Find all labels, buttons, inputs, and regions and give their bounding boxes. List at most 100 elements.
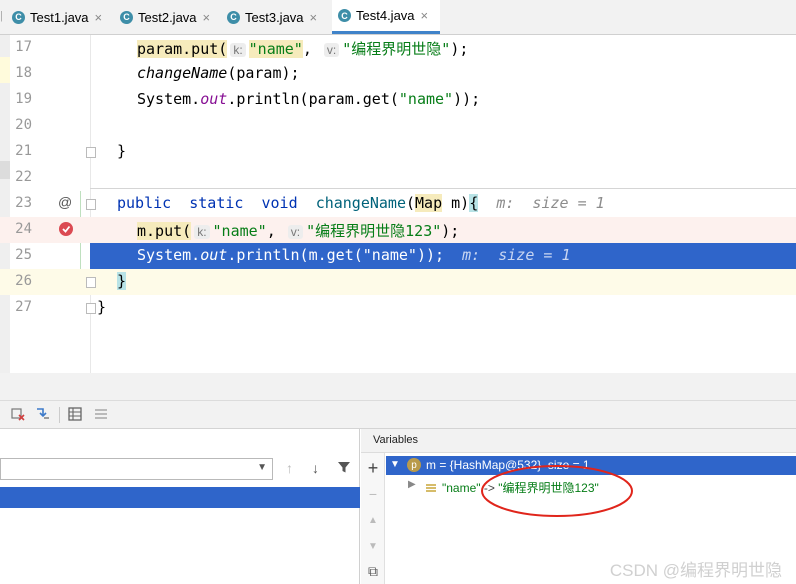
tab-label: Test3.java — [245, 9, 304, 25]
line-number: 25 — [15, 247, 32, 263]
line-number: 27 — [15, 299, 32, 315]
code-token: System. — [137, 246, 201, 264]
settings-list-icon[interactable] — [92, 405, 110, 423]
code-text: System.out.println(param.get("name")); — [137, 90, 480, 108]
debugger-toolbar — [0, 401, 796, 429]
code-token: , — [266, 222, 285, 240]
add-watch-icon[interactable]: + — [364, 458, 382, 478]
method-separator — [90, 188, 796, 189]
expand-down-icon[interactable]: ▼ — [390, 459, 400, 470]
code-token: m) — [442, 194, 470, 212]
code-token: .println(m.get("name")); — [227, 246, 445, 264]
inline-debug-value: m: size = 1 — [462, 246, 571, 264]
tab-test1[interactable]: C Test1.java × — [12, 0, 117, 34]
variables-title: Variables — [373, 434, 419, 446]
string-literal: "编程界明世隐" — [342, 40, 451, 58]
java-class-icon: C — [227, 10, 240, 24]
code-line-17: 17 param.put(k: "name", v: "编程界明世隐"); — [0, 35, 796, 61]
code-editor[interactable]: 17 param.put(k: "name", v: "编程界明世隐"); 18 c… — [0, 35, 796, 373]
tab-label: Test1.java — [30, 9, 89, 25]
code-token: (param); — [227, 64, 300, 82]
matched-brace: } — [117, 272, 127, 290]
move-down-icon[interactable]: ▼ — [364, 537, 382, 555]
code-text: m.put(k: "name", v: "编程界明世隐123"); — [137, 220, 459, 241]
close-icon[interactable]: × — [95, 10, 103, 25]
tab-scroll-left[interactable]: | — [0, 10, 10, 24]
string-literal: "name" — [398, 90, 454, 108]
tab-test4[interactable]: C Test4.java × — [332, 0, 440, 34]
code-line-18: 18 changeName(param); — [0, 61, 796, 87]
string-literal: "name" — [212, 222, 267, 240]
code-line-26: 26 } — [0, 269, 796, 295]
code-text: changeName(param); — [137, 64, 300, 82]
watermark: CSDN @编程界明世隐 — [609, 561, 782, 580]
tab-label: Test4.java — [356, 8, 415, 23]
code-token: m.put( — [137, 222, 192, 240]
method-call: changeName — [137, 64, 228, 82]
string-literal: "name" — [248, 40, 303, 58]
code-token: )); — [453, 90, 481, 108]
java-class-icon: C — [12, 10, 25, 24]
move-up-icon[interactable]: ▲ — [364, 511, 382, 529]
matched-brace: { — [469, 194, 479, 212]
tab-label: Test2.java — [138, 9, 197, 25]
toolbar-divider — [59, 407, 60, 423]
annotation-ellipse — [481, 465, 633, 517]
code-token: ); — [450, 40, 469, 58]
code-token: .println(param.get( — [227, 90, 399, 108]
fold-icon[interactable] — [86, 303, 96, 314]
param-hint: v: — [287, 225, 304, 239]
code-text: param.put(k: "name", v: "编程界明世隐"); — [137, 38, 468, 59]
fold-icon[interactable] — [86, 199, 96, 210]
fold-icon[interactable] — [86, 277, 96, 288]
param-hint: v: — [323, 43, 340, 57]
line-number: 24 — [15, 221, 32, 237]
tool-window-header — [0, 373, 796, 401]
line-number: 26 — [15, 273, 32, 289]
code-text: public static void changeName(Map m){ m:… — [117, 194, 605, 212]
parameter-icon: p — [407, 458, 421, 472]
duplicate-icon[interactable]: ⧉ — [364, 562, 382, 580]
line-number: 20 — [15, 117, 32, 133]
close-icon[interactable]: × — [203, 10, 211, 25]
filter-icon[interactable] — [337, 460, 353, 478]
keyword: public — [117, 194, 172, 212]
fold-icon[interactable] — [86, 147, 96, 158]
drop-frame-icon[interactable] — [34, 405, 52, 423]
thread-selector[interactable]: ▼ — [0, 458, 273, 480]
arrow-down-icon[interactable]: ↓ — [312, 460, 326, 478]
line-number: 18 — [15, 65, 32, 81]
table-view-icon[interactable] — [66, 405, 84, 423]
code-token: param.put( — [137, 40, 228, 58]
override-marker-icon[interactable]: @ — [58, 194, 72, 210]
keyword: void — [261, 194, 298, 212]
code-text: } — [117, 272, 127, 290]
code-line-25: 25 System.out.println(m.get("name")); m:… — [0, 243, 796, 269]
remove-watch-icon[interactable]: − — [364, 485, 382, 503]
tab-test3[interactable]: C Test3.java × — [227, 0, 332, 34]
line-number: 17 — [15, 39, 32, 55]
code-line-19: 19 System.out.println(param.get("name"))… — [0, 87, 796, 113]
code-line-20: 20 — [0, 113, 796, 139]
code-text: } — [97, 298, 107, 316]
selected-frame-row[interactable] — [0, 487, 360, 508]
expand-right-icon[interactable]: ▶ — [408, 479, 416, 490]
breakpoint-icon[interactable] — [59, 222, 73, 236]
arrow-up-icon[interactable]: ↑ — [286, 460, 300, 478]
tab-test2[interactable]: C Test2.java × — [120, 0, 225, 34]
type-name: Map — [415, 194, 443, 212]
method-name: changeName — [315, 194, 406, 212]
string-literal: "编程界明世隐123" — [306, 222, 442, 240]
code-line-24: 24 m.put(k: "name", v: "编程界明世隐123"); — [0, 217, 796, 243]
line-number: 23 — [15, 195, 32, 211]
code-token: , — [302, 40, 321, 58]
code-token: ( — [406, 194, 416, 212]
close-icon[interactable]: × — [310, 10, 318, 25]
close-icon[interactable]: × — [421, 8, 429, 23]
static-field: out — [200, 246, 228, 264]
keyword: static — [189, 194, 244, 212]
line-number: 19 — [15, 91, 32, 107]
code-text: } — [117, 142, 127, 160]
code-token: System. — [137, 90, 201, 108]
restore-layout-icon[interactable] — [9, 405, 27, 423]
